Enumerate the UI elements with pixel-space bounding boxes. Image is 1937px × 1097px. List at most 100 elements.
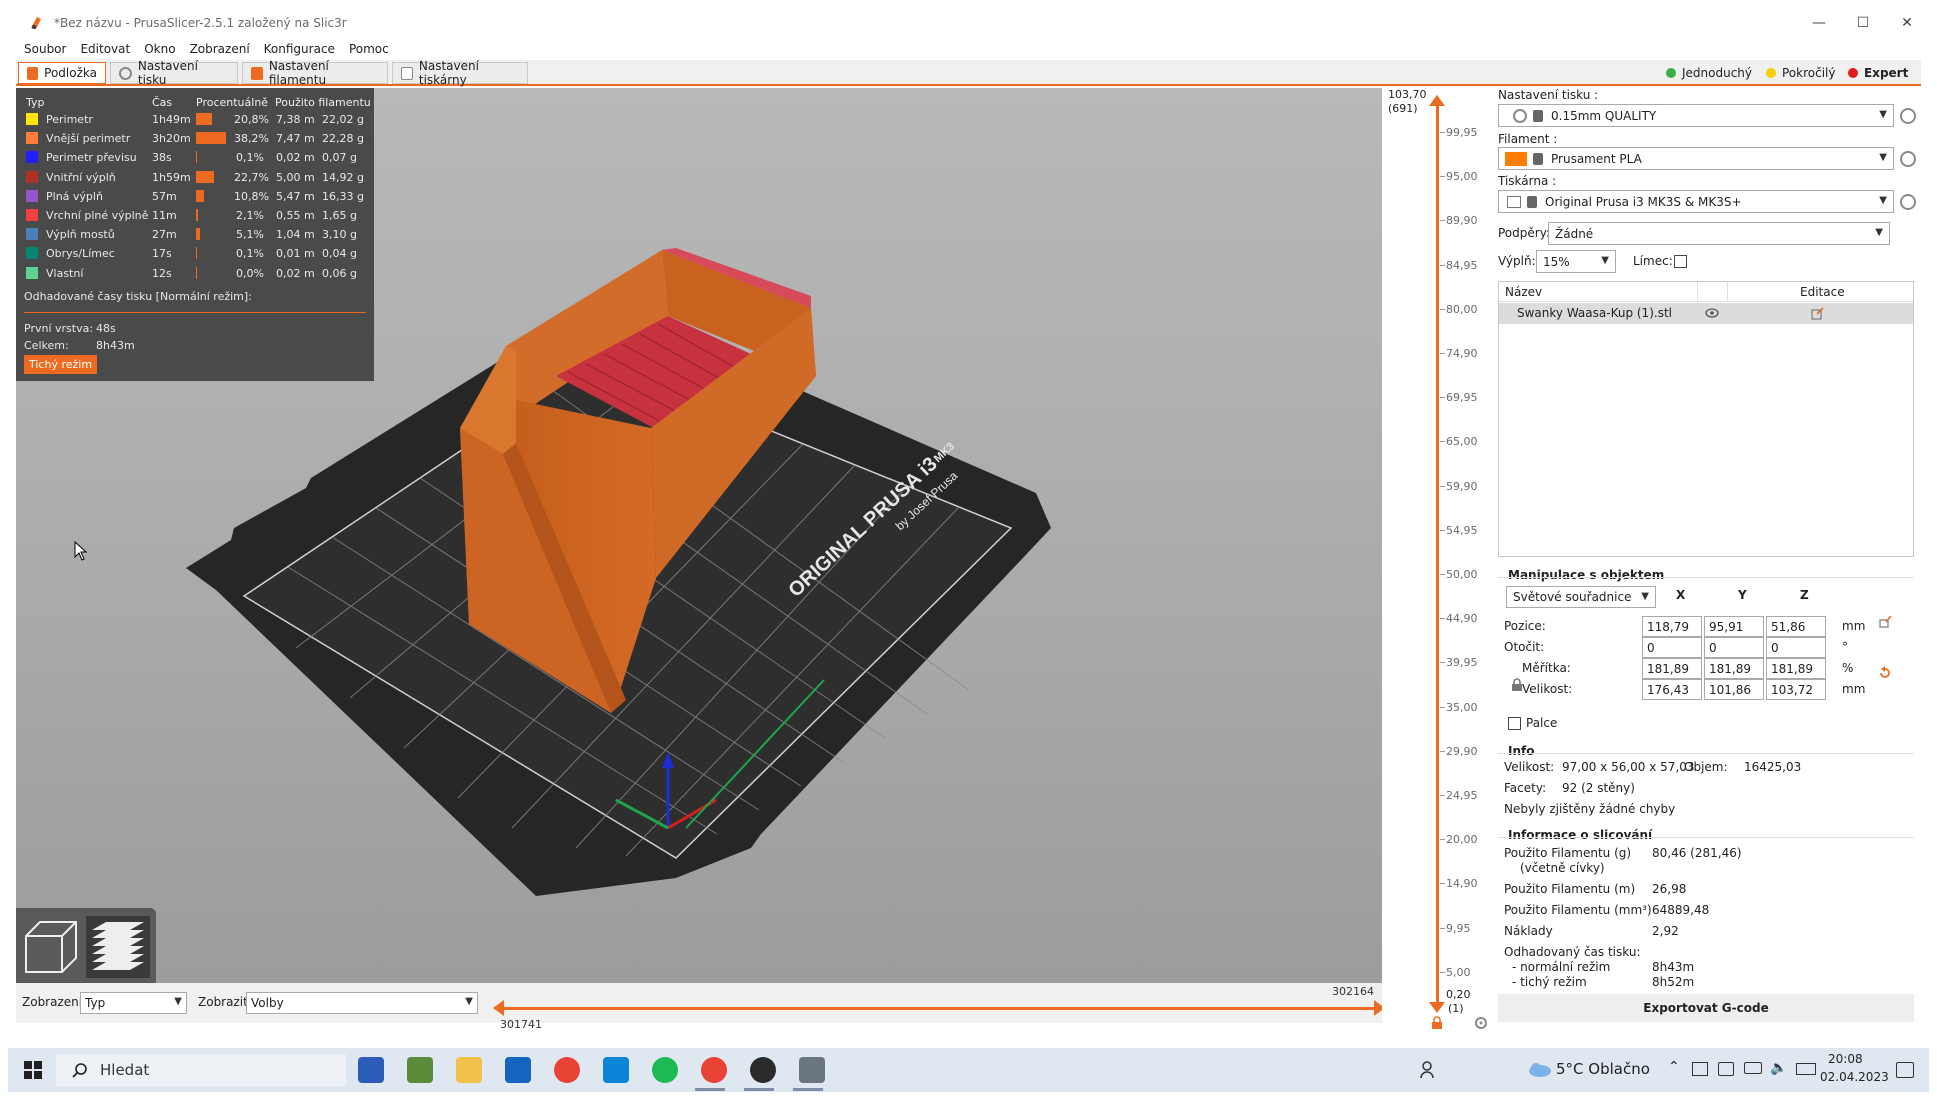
scale-lock-icon[interactable] bbox=[1511, 678, 1523, 692]
manipulation-unit: % bbox=[1842, 661, 1854, 675]
volume-icon[interactable]: 🔈 bbox=[1770, 1060, 1787, 1076]
print-preset-combo[interactable]: 0.15mm QUALITY ▼ bbox=[1498, 104, 1894, 127]
object-row[interactable]: Swanky Waasa-Kup (1).stl bbox=[1499, 303, 1913, 324]
spotify-icon[interactable] bbox=[652, 1057, 678, 1083]
vertical-layer-slider[interactable] bbox=[1436, 104, 1439, 1004]
printer-preset-combo[interactable]: Original Prusa i3 MK3S & MK3S+ ▼ bbox=[1498, 190, 1894, 213]
manipulation-x-field[interactable]: 181,89 bbox=[1642, 658, 1702, 679]
chrome-profile-icon[interactable] bbox=[701, 1057, 727, 1083]
inches-checkbox[interactable] bbox=[1508, 717, 1521, 730]
minecraft-icon[interactable] bbox=[407, 1057, 433, 1083]
prusaslicer-taskbar-icon[interactable] bbox=[750, 1057, 776, 1083]
gcode-viewer-icon[interactable] bbox=[799, 1057, 825, 1083]
axis-x-label: X bbox=[1676, 588, 1686, 602]
legend-percent-bar bbox=[196, 247, 197, 260]
chevron-down-icon: ▼ bbox=[465, 996, 473, 1007]
menu-soubor[interactable]: Soubor bbox=[24, 42, 66, 56]
manipulation-y-field[interactable]: 0 bbox=[1704, 637, 1764, 658]
horizontal-move-slider[interactable] bbox=[500, 1007, 1380, 1010]
manipulation-z-field[interactable]: 181,89 bbox=[1766, 658, 1826, 679]
close-button[interactable]: ✕ bbox=[1884, 8, 1930, 38]
manipulation-x-field[interactable]: 118,79 bbox=[1642, 616, 1702, 637]
outlook-icon[interactable] bbox=[505, 1057, 531, 1083]
view-type-select[interactable]: Typ ▼ bbox=[80, 992, 187, 1014]
reset-scale-icon[interactable] bbox=[1878, 666, 1892, 680]
filament-preset-combo[interactable]: Prusament PLA ▼ bbox=[1498, 147, 1894, 170]
cost-label: Náklady bbox=[1504, 924, 1553, 938]
minimize-button[interactable]: — bbox=[1796, 8, 1842, 38]
manipulation-y-field[interactable]: 95,91 bbox=[1704, 616, 1764, 637]
menu-konfigurace[interactable]: Konfigurace bbox=[264, 42, 335, 56]
brim-checkbox[interactable] bbox=[1674, 255, 1687, 268]
menu-editovat[interactable]: Editovat bbox=[80, 42, 130, 56]
eye-icon[interactable] bbox=[1705, 308, 1719, 318]
3d-viewport[interactable]: ORIGINAL PRUSA i3 MK3 by Josef Prusa Typ… bbox=[16, 88, 1382, 983]
silent-mode-button[interactable]: Tichý režim bbox=[24, 355, 98, 374]
keyboard-icon[interactable] bbox=[1796, 1063, 1816, 1075]
tray-chevron-up-icon[interactable]: ⌃ bbox=[1668, 1059, 1680, 1075]
file-explorer-icon[interactable] bbox=[456, 1057, 482, 1083]
clock-date[interactable]: 02.04.2023 bbox=[1820, 1070, 1889, 1084]
manipulation-x-field[interactable]: 176,43 bbox=[1642, 679, 1702, 700]
drop-to-bed-icon[interactable] bbox=[1878, 614, 1892, 628]
people-icon[interactable] bbox=[1420, 1060, 1438, 1080]
layer-tick-label: 20,00 bbox=[1446, 833, 1478, 847]
manipulation-z-field[interactable]: 51,86 bbox=[1766, 616, 1826, 637]
layer-tick-label: 65,00 bbox=[1446, 435, 1478, 449]
chrome-icon[interactable] bbox=[554, 1057, 580, 1083]
export-gcode-button[interactable]: Exportovat G-code bbox=[1498, 994, 1914, 1022]
tray-app-icon[interactable] bbox=[1692, 1062, 1708, 1076]
hslider-left-value: 301741 bbox=[500, 1018, 542, 1031]
menu-zobrazeni[interactable]: Zobrazení bbox=[190, 42, 250, 56]
tab-print-settings[interactable]: Nastavení tisku bbox=[110, 59, 238, 87]
preview-layers-icon[interactable] bbox=[86, 916, 150, 978]
info-volume-value: 16425,03 bbox=[1744, 760, 1802, 774]
windows-start-icon[interactable] bbox=[24, 1061, 42, 1079]
tab-filament-settings[interactable]: Nastavení filamentu bbox=[242, 59, 388, 87]
manipulation-x-field[interactable]: 0 bbox=[1642, 637, 1702, 658]
supports-combo[interactable]: Žádné ▼ bbox=[1548, 222, 1890, 245]
word-icon[interactable] bbox=[358, 1057, 384, 1083]
store-icon[interactable] bbox=[603, 1057, 629, 1083]
display-icon[interactable] bbox=[1718, 1062, 1734, 1076]
normal-mode-value: 8h43m bbox=[1652, 960, 1695, 974]
layer-tick-mark bbox=[1440, 308, 1445, 310]
manipulation-z-field[interactable]: 0 bbox=[1766, 637, 1826, 658]
battery-icon[interactable] bbox=[1744, 1062, 1762, 1074]
menu-pomoc[interactable]: Pomoc bbox=[349, 42, 389, 56]
mode-expert[interactable]: Expert bbox=[1848, 64, 1908, 82]
edit-icon[interactable] bbox=[1811, 307, 1824, 320]
manipulation-y-field[interactable]: 101,86 bbox=[1704, 679, 1764, 700]
clock-time[interactable]: 20:08 bbox=[1828, 1052, 1863, 1066]
menu-okno[interactable]: Okno bbox=[144, 42, 175, 56]
taskbar-search[interactable]: Hledat bbox=[56, 1054, 346, 1086]
tab-printer-settings[interactable]: Nastavení tiskárny bbox=[392, 59, 528, 87]
legend-weight: 3,10 g bbox=[322, 228, 357, 242]
filament-preset-cog-icon[interactable] bbox=[1900, 151, 1916, 167]
filament-color-swatch[interactable] bbox=[1505, 151, 1527, 166]
mode-simple[interactable]: Jednoduchý bbox=[1666, 64, 1752, 82]
mode-advanced[interactable]: Pokročilý bbox=[1766, 64, 1835, 82]
layer-tick-label: 24,95 bbox=[1446, 789, 1478, 802]
printer-preset-cog-icon[interactable] bbox=[1900, 194, 1916, 210]
infill-combo[interactable]: 15% ▼ bbox=[1536, 250, 1616, 273]
manipulation-y-field[interactable]: 181,89 bbox=[1704, 658, 1764, 679]
cog-icon[interactable] bbox=[1474, 1016, 1488, 1030]
maximize-button[interactable]: ☐ bbox=[1840, 8, 1886, 38]
legend-estimated-label: Odhadované časy tisku [Normální režim]: bbox=[24, 290, 252, 303]
red-dot-icon bbox=[1848, 68, 1858, 78]
3d-view-icon[interactable] bbox=[22, 918, 80, 976]
tab-podlozka[interactable]: Podložka bbox=[18, 62, 106, 84]
manipulation-row-label: Velikost: bbox=[1522, 682, 1573, 696]
show-options-select[interactable]: Volby ▼ bbox=[246, 992, 478, 1014]
info-size-label: Velikost: bbox=[1504, 760, 1555, 774]
notifications-icon[interactable] bbox=[1896, 1062, 1914, 1078]
coordinate-system-combo[interactable]: Světové souřadnice ▼ bbox=[1506, 586, 1656, 608]
layer-top-thumb-icon[interactable] bbox=[1428, 94, 1446, 108]
slider-left-thumb-icon[interactable] bbox=[492, 999, 506, 1017]
layer-bottom-thumb-icon[interactable] bbox=[1428, 1000, 1446, 1014]
manipulation-z-field[interactable]: 103,72 bbox=[1766, 679, 1826, 700]
print-preset-cog-icon[interactable] bbox=[1900, 108, 1916, 124]
weather-text[interactable]: 5°C Oblačno bbox=[1556, 1060, 1650, 1078]
lock-icon[interactable] bbox=[1430, 1016, 1444, 1030]
